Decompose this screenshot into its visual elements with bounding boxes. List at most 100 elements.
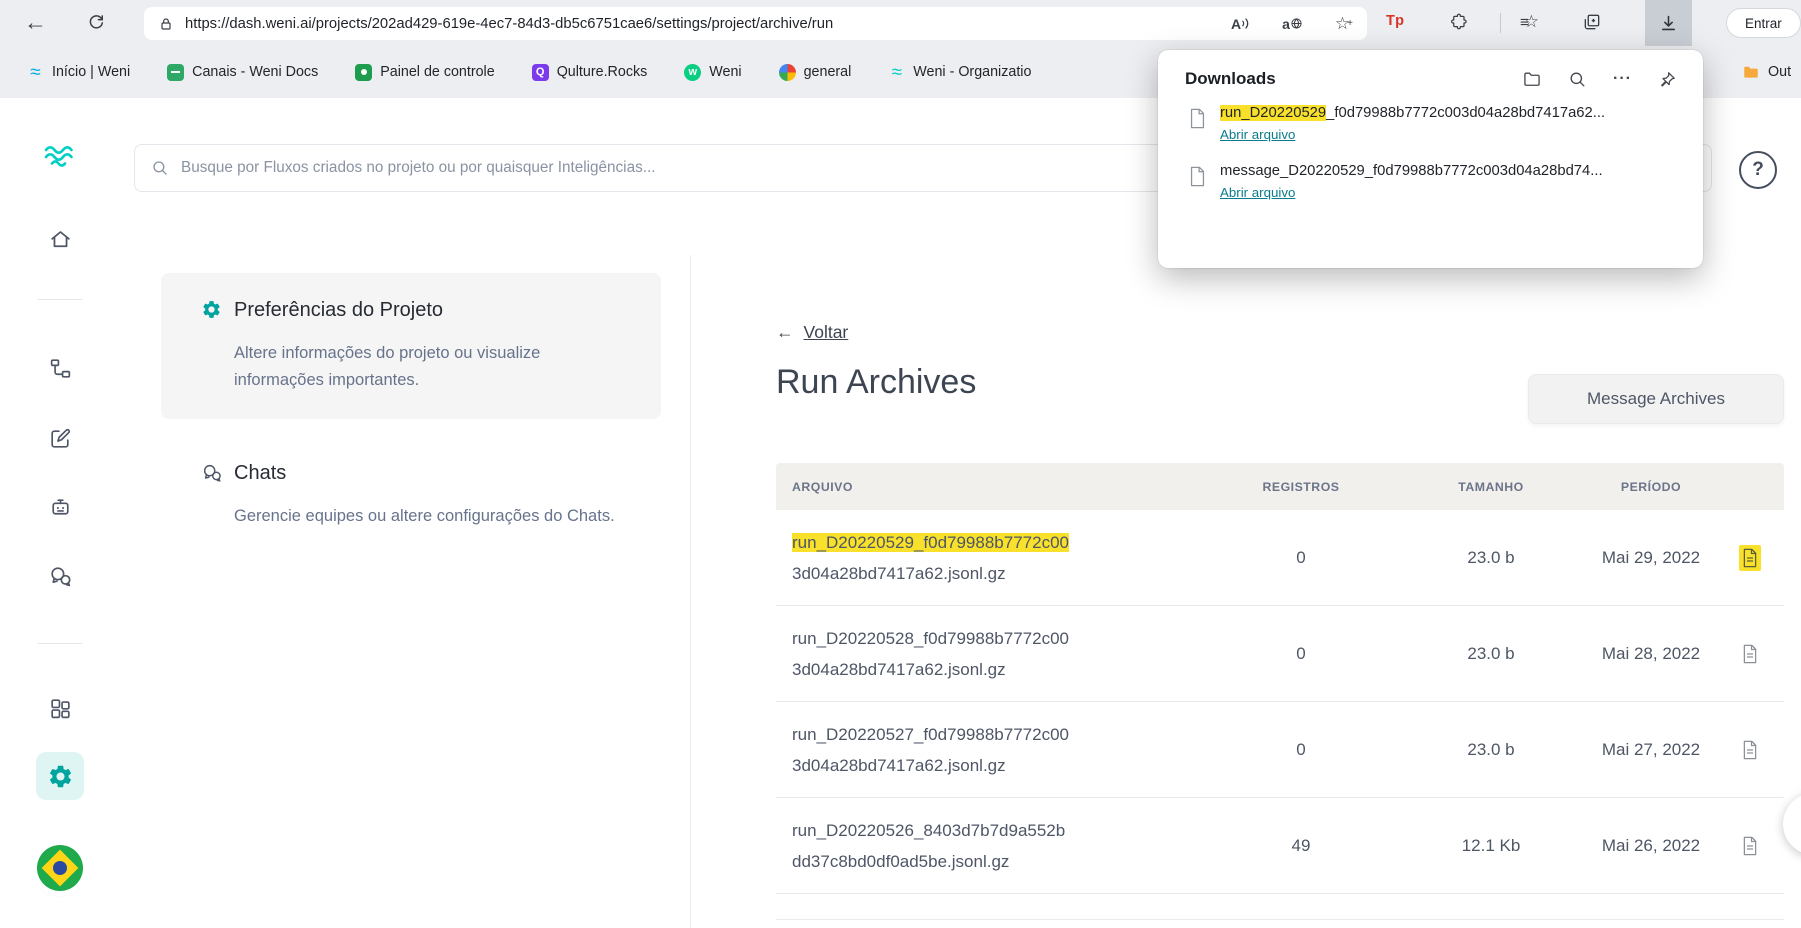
download-file-icon[interactable]	[1739, 641, 1761, 667]
content-divider	[690, 255, 691, 928]
extensions-icon[interactable]	[1450, 12, 1469, 31]
download-file-icon[interactable]	[1739, 833, 1761, 859]
records-value: 0	[1206, 740, 1396, 760]
run-archives-table: ARQUIVO REGISTROS TAMANHO PERÍODO run_D2…	[776, 463, 1784, 894]
size-value: 23.0 b	[1396, 740, 1586, 760]
period-value: Mai 29, 2022	[1586, 548, 1716, 568]
folder-icon	[1742, 63, 1760, 81]
sidebar-home-button[interactable]	[36, 215, 84, 263]
back-label: Voltar	[804, 322, 849, 343]
bookmark-weni-organization[interactable]: ≈ Weni - Organizatio	[888, 64, 1031, 81]
column-header-arquivo: ARQUIVO	[776, 480, 1206, 494]
downloads-title: Downloads	[1185, 69, 1522, 89]
period-value: Mai 26, 2022	[1586, 836, 1716, 856]
refresh-icon[interactable]	[86, 12, 106, 32]
download-file-cell	[1716, 545, 1784, 571]
back-icon[interactable]: ←	[24, 9, 47, 36]
download-item[interactable]: run_D20220529_f0d79988b7772c003d04a28bd7…	[1158, 95, 1703, 153]
file-name: run_D20220527_f0d79988b7772c00 3d04a28bd…	[776, 719, 1206, 781]
sidebar-divider	[38, 299, 82, 300]
table-header: ARQUIVO REGISTROS TAMANHO PERÍODO	[776, 463, 1784, 510]
download-file-name: run_D20220529_f0d79988b7772c003d04a28bd7…	[1220, 105, 1605, 121]
download-file-icon[interactable]	[1739, 545, 1761, 571]
tp-extension-icon[interactable]: Tp	[1386, 13, 1404, 29]
downloads-popup: Downloads ··· run_D20220529_f0d79988b777…	[1158, 50, 1703, 268]
add-favorite-icon[interactable]: ☆ +	[1335, 14, 1353, 34]
address-bar-actions: A a ☆ +	[1231, 14, 1353, 34]
downloads-toolbar: ···	[1522, 69, 1677, 89]
translate-icon[interactable]: a	[1282, 16, 1303, 32]
gear-icon	[201, 299, 222, 325]
bookmark-qulture-rocks[interactable]: Q Qulture.Rocks	[532, 64, 648, 81]
chats-icon	[201, 462, 223, 489]
column-header-tamanho: TAMANHO	[1396, 480, 1586, 494]
column-header-registros: REGISTROS	[1206, 480, 1396, 494]
url-text[interactable]: https://dash.weni.ai/projects/202ad429-6…	[185, 16, 1220, 32]
download-file-name: message_D20220529_f0d79988b7772c003d04a2…	[1220, 163, 1603, 179]
open-downloads-folder-icon[interactable]	[1522, 69, 1542, 89]
chats-icon	[48, 564, 73, 589]
home-icon	[48, 227, 73, 252]
bookmark-painel-de-controle[interactable]: Painel de controle	[355, 64, 494, 81]
size-value: 12.1 Kb	[1396, 836, 1586, 856]
other-favorites-folder[interactable]: Out	[1742, 46, 1791, 98]
downloads-button[interactable]	[1645, 0, 1692, 46]
download-file-cell	[1716, 641, 1784, 667]
bookmark-inicio-weni[interactable]: ≈ Início | Weni	[27, 64, 130, 81]
browser-toolbar: ← https://dash.weni.ai/projects/202ad429…	[0, 0, 1801, 46]
file-name: run_D20220526_8403d7b7d9a552b dd37c8bd0d…	[776, 815, 1206, 877]
back-link[interactable]: ← Voltar	[776, 322, 848, 343]
records-value: 0	[1206, 644, 1396, 664]
message-archives-button[interactable]: Message Archives	[1528, 374, 1784, 424]
file-name: run_D20220528_f0d79988b7772c00 3d04a28bd…	[776, 623, 1206, 685]
nav-card-description: Altere informações do projeto ou visuali…	[234, 340, 633, 394]
back-arrow: ←	[776, 322, 794, 343]
bookmark-weni[interactable]: w Weni	[684, 64, 741, 81]
download-file-icon[interactable]	[1739, 737, 1761, 763]
open-file-link[interactable]: Abrir arquivo	[1220, 185, 1295, 200]
file-name: run_D20220529_f0d79988b7772c00 3d04a28bd…	[776, 527, 1206, 589]
brazil-flag-button[interactable]	[37, 845, 83, 891]
open-file-link[interactable]: Abrir arquivo	[1220, 127, 1295, 142]
sidebar-chats-button[interactable]	[36, 552, 84, 600]
help-button[interactable]: ?	[1739, 151, 1777, 189]
table-row: run_D20220529_f0d79988b7772c00 3d04a28bd…	[776, 510, 1784, 606]
address-bar[interactable]: https://dash.weni.ai/projects/202ad429-6…	[144, 7, 1367, 40]
nav-card-project-preferences[interactable]: Preferências do Projeto Altere informaçõ…	[161, 273, 661, 419]
read-aloud-icon[interactable]: A	[1231, 16, 1250, 32]
download-item-body: run_D20220529_f0d79988b7772c003d04a28bd7…	[1220, 105, 1605, 144]
favorites-icon[interactable]: ≡ ☆	[1520, 12, 1539, 32]
nav-card-chats[interactable]: Chats Gerencie equipes ou altere configu…	[161, 436, 661, 555]
table-row: run_D20220527_f0d79988b7772c00 3d04a28bd…	[776, 702, 1784, 798]
flows-icon	[48, 356, 73, 381]
download-file-cell	[1716, 737, 1784, 763]
records-value: 0	[1206, 548, 1396, 568]
more-options-icon[interactable]: ···	[1613, 70, 1632, 88]
panel-icon	[355, 64, 372, 81]
sidebar-settings-button[interactable]	[36, 752, 84, 800]
sidebar-apps-button[interactable]	[36, 684, 84, 732]
sidebar-divider	[38, 643, 82, 644]
sidebar-intelligence-button[interactable]	[36, 483, 84, 531]
lock-icon	[158, 16, 174, 32]
pin-icon[interactable]	[1658, 70, 1677, 89]
weni-green-icon: w	[684, 64, 701, 81]
docs-icon	[167, 64, 184, 81]
collections-icon[interactable]	[1582, 12, 1602, 32]
entrar-button[interactable]: Entrar	[1726, 8, 1801, 38]
download-item[interactable]: message_D20220529_f0d79988b7772c003d04a2…	[1158, 153, 1703, 211]
bot-icon	[48, 495, 73, 520]
bookmark-canais-weni-docs[interactable]: Canais - Weni Docs	[167, 64, 318, 81]
screen: ← https://dash.weni.ai/projects/202ad429…	[0, 0, 1801, 928]
search-downloads-icon[interactable]	[1568, 70, 1587, 89]
toolbar-divider	[1500, 13, 1501, 33]
weni-sidebar-logo[interactable]	[36, 141, 84, 171]
sidebar-flows-button[interactable]	[36, 344, 84, 392]
weni-logo-icon: ≈	[27, 64, 44, 81]
nav-card-title: Chats	[234, 462, 633, 485]
size-value: 23.0 b	[1396, 548, 1586, 568]
sidebar-studio-button[interactable]	[36, 414, 84, 462]
download-file-cell	[1716, 833, 1784, 859]
flag-globe	[53, 861, 67, 875]
bookmark-general[interactable]: general	[779, 64, 852, 81]
